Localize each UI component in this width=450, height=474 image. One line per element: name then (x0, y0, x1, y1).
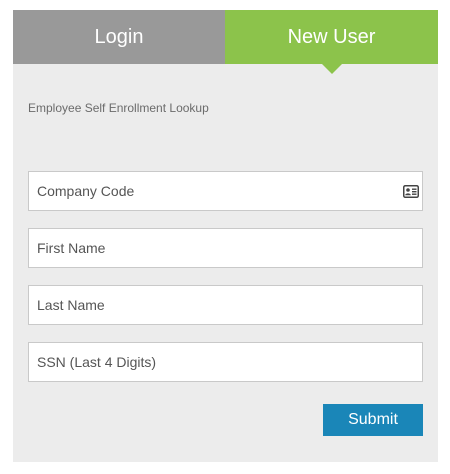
first-name-input[interactable] (29, 229, 422, 267)
form-subtitle: Employee Self Enrollment Lookup (28, 101, 209, 115)
tab-login[interactable]: Login (13, 10, 225, 64)
first-name-field (28, 228, 423, 268)
tab-login-label: Login (94, 25, 144, 48)
submit-button[interactable]: Submit (323, 404, 423, 436)
active-tab-pointer (321, 64, 342, 74)
tab-new-user[interactable]: New User (225, 10, 438, 74)
company-code-field (28, 171, 423, 211)
ssn-field (28, 342, 423, 382)
ssn-input[interactable] (29, 343, 422, 381)
tab-bar: Login New User (13, 10, 438, 74)
login-panel: Login New User Employee Self Enrollment … (13, 10, 438, 462)
last-name-field (28, 285, 423, 325)
company-code-input[interactable] (29, 172, 422, 210)
id-card-icon (403, 185, 419, 198)
last-name-input[interactable] (29, 286, 422, 324)
tab-new-user-label: New User (287, 25, 376, 48)
